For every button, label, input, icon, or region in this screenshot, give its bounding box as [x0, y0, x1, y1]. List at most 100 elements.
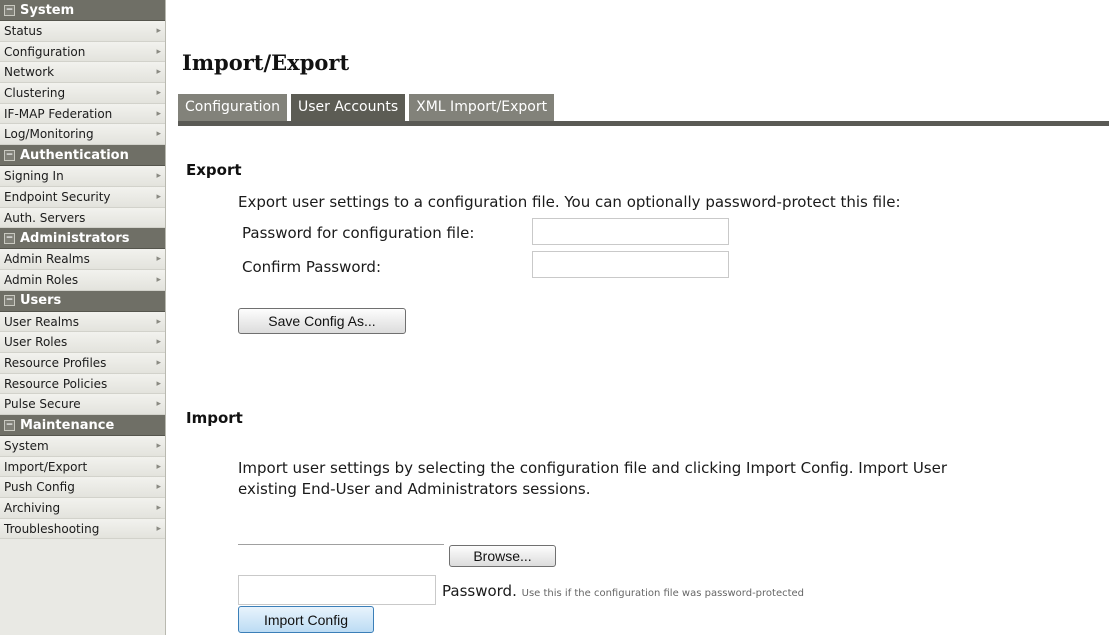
sidebar-item-configuration[interactable]: Configuration ▸ — [0, 41, 165, 63]
import-config-button[interactable]: Import Config — [238, 606, 374, 633]
sidebar-nav: − System Status ▸ Configuration ▸ Network ▸ Clus… — [0, 0, 166, 635]
chevron-right-icon: ▸ — [156, 191, 161, 202]
export-description: Export user settings to a configuration … — [238, 193, 901, 211]
collapse-icon[interactable]: − — [4, 149, 15, 161]
sidebar-section-users[interactable]: − Users — [0, 290, 165, 312]
sidebar-item-system[interactable]: System ▸ — [0, 436, 165, 457]
chevron-right-icon: ▸ — [156, 337, 161, 348]
chevron-right-icon: ▸ — [156, 357, 161, 368]
browse-button[interactable]: Browse... — [449, 545, 556, 567]
chevron-right-icon: ▸ — [156, 171, 161, 182]
chevron-right-icon: ▸ — [156, 108, 161, 119]
sidebar-item-label: Resource Profiles — [4, 355, 107, 370]
chevron-right-icon: ▸ — [156, 523, 161, 534]
sidebar-item-clustering[interactable]: Clustering ▸ — [0, 83, 165, 104]
sidebar-item-label: IF-MAP Federation — [4, 106, 113, 121]
collapse-icon[interactable]: − — [4, 295, 15, 307]
sidebar-item-label: Admin Realms — [4, 252, 90, 267]
sidebar-item-auth-servers[interactable]: Auth. Servers — [0, 207, 165, 229]
sidebar-section-administrators[interactable]: − Administrators — [0, 228, 165, 250]
sidebar-item-label: Clustering — [4, 86, 66, 101]
sidebar-item-label: Resource Policies — [4, 376, 108, 391]
collapse-icon[interactable]: − — [4, 232, 15, 244]
sidebar-item-network[interactable]: Network ▸ — [0, 62, 165, 84]
sidebar-item-label: Archiving — [4, 501, 61, 516]
collapse-icon[interactable]: − — [4, 4, 15, 16]
sidebar-section-title: Maintenance — [20, 417, 115, 433]
export-heading: Export — [186, 161, 242, 179]
sidebar-item-import-export[interactable]: Import/Export ▸ — [0, 456, 165, 478]
tab-user-accounts[interactable]: User Accounts — [290, 94, 406, 121]
sidebar-section-system[interactable]: − System — [0, 0, 165, 21]
sidebar-section-title: System — [20, 2, 75, 18]
password-label: Password for configuration file: — [242, 224, 475, 242]
tab-divider — [178, 121, 1109, 126]
sidebar-section-authentication[interactable]: − Authentication — [0, 145, 165, 167]
chevron-right-icon: ▸ — [156, 482, 161, 493]
import-heading: Import — [186, 409, 243, 427]
sidebar-item-label: Auth. Servers — [4, 210, 86, 225]
chevron-right-icon: ▸ — [156, 129, 161, 140]
sidebar-item-admin-realms[interactable]: Admin Realms ▸ — [0, 249, 165, 270]
sidebar-item-archiving[interactable]: Archiving ▸ — [0, 498, 165, 519]
chevron-right-icon: ▸ — [156, 88, 161, 99]
save-config-as-button[interactable]: Save Config As... — [238, 308, 406, 334]
export-confirm-password-input[interactable] — [532, 251, 729, 278]
sidebar-item-label: User Realms — [4, 314, 79, 329]
sidebar-item-admin-roles[interactable]: Admin Roles ▸ — [0, 269, 165, 291]
import-password-label: Password. — [442, 582, 517, 600]
sidebar-item-resource-profiles[interactable]: Resource Profiles ▸ — [0, 352, 165, 374]
collapse-icon[interactable]: − — [4, 419, 15, 431]
sidebar-item-if-map-federation[interactable]: IF-MAP Federation ▸ — [0, 103, 165, 125]
sidebar-item-signing-in[interactable]: Signing In ▸ — [0, 166, 165, 187]
tab-bar: Configuration User Accounts XML Import/E… — [178, 94, 558, 121]
sidebar-item-label: Admin Roles — [4, 272, 79, 287]
sidebar-section-title: Users — [20, 293, 62, 309]
import-password-hint: Use this if the configuration file was p… — [521, 588, 805, 599]
tab-configuration[interactable]: Configuration — [178, 94, 287, 121]
sidebar-item-user-realms[interactable]: User Realms ▸ — [0, 311, 165, 333]
tab-xml-import-export[interactable]: XML Import/Export — [409, 94, 555, 121]
sidebar-item-label: Endpoint Security — [4, 189, 111, 204]
sidebar-item-pulse-secure[interactable]: Pulse Secure ▸ — [0, 394, 165, 415]
sidebar-item-label: Configuration — [4, 44, 86, 59]
sidebar-item-label: Troubleshooting — [4, 521, 100, 536]
chevron-right-icon: ▸ — [156, 26, 161, 36]
page-title: Import/Export — [182, 50, 350, 75]
chevron-right-icon: ▸ — [156, 399, 161, 410]
sidebar-item-log-monitoring[interactable]: Log/Monitoring ▸ — [0, 124, 165, 146]
chevron-right-icon: ▸ — [156, 378, 161, 389]
sidebar-item-label: Signing In — [4, 169, 64, 184]
import-password-label-group: Password. Use this if the configuration … — [442, 582, 804, 600]
sidebar-section-title: Authentication — [20, 147, 129, 163]
import-description-line1: Import user settings by selecting the co… — [238, 459, 948, 477]
export-password-input[interactable] — [532, 218, 729, 245]
sidebar-item-troubleshooting[interactable]: Troubleshooting ▸ — [0, 518, 165, 540]
chevron-right-icon: ▸ — [156, 46, 161, 57]
confirm-password-label: Confirm Password: — [242, 258, 382, 276]
chevron-right-icon: ▸ — [156, 67, 161, 78]
import-description-line2: existing End-User and Administrators ses… — [238, 480, 591, 498]
sidebar-item-user-roles[interactable]: User Roles ▸ — [0, 332, 165, 353]
chevron-right-icon: ▸ — [156, 254, 161, 265]
chevron-right-icon: ▸ — [156, 461, 161, 472]
sidebar-item-label: System — [4, 439, 49, 453]
chevron-right-icon: ▸ — [156, 441, 161, 451]
sidebar-item-resource-policies[interactable]: Resource Policies ▸ — [0, 373, 165, 395]
sidebar-item-endpoint-security[interactable]: Endpoint Security ▸ — [0, 186, 165, 208]
sidebar-item-label: Pulse Secure — [4, 397, 81, 412]
sidebar-item-label: User Roles — [4, 335, 68, 350]
import-password-input[interactable] — [238, 575, 436, 605]
sidebar-item-label: Network — [4, 65, 55, 80]
chevron-right-icon: ▸ — [156, 316, 161, 327]
sidebar-item-label: Push Config — [4, 480, 75, 495]
sidebar-item-push-config[interactable]: Push Config ▸ — [0, 477, 165, 499]
file-path-field[interactable] — [238, 544, 444, 546]
sidebar-item-label: Status — [4, 24, 43, 38]
sidebar-item-label: Log/Monitoring — [4, 127, 94, 142]
sidebar-item-label: Import/Export — [4, 459, 88, 474]
main-content: Import/Export Configuration User Account… — [166, 0, 1109, 635]
sidebar-section-maintenance[interactable]: − Maintenance — [0, 415, 165, 436]
sidebar-item-status[interactable]: Status ▸ — [0, 21, 165, 42]
chevron-right-icon: ▸ — [156, 274, 161, 285]
